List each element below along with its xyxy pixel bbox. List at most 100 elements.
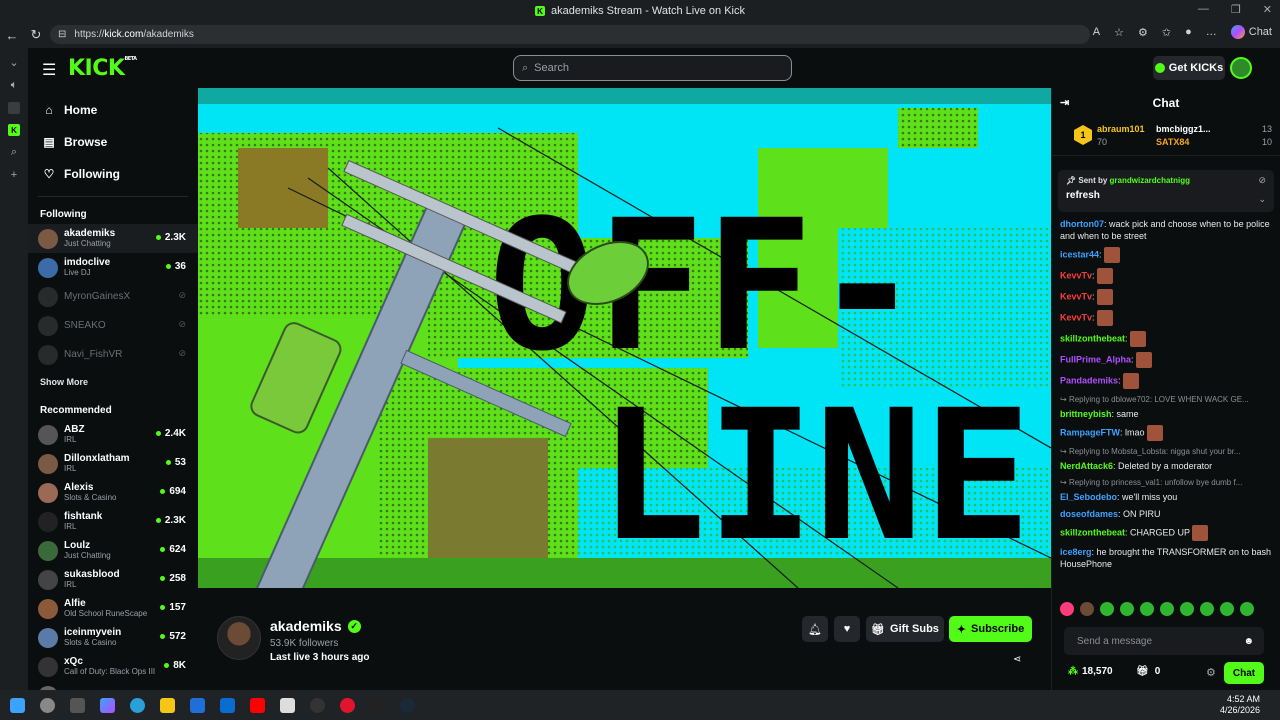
recommended-channel[interactable]: Alfie Old School RuneScape 157 xyxy=(28,594,198,623)
file-explorer-icon[interactable] xyxy=(160,697,175,713)
menu-icon[interactable]: ☰ xyxy=(42,60,56,80)
following-channel[interactable]: Navi_FishVR ⊘ xyxy=(28,340,198,369)
chat-message[interactable]: skillzonthebeat: xyxy=(1060,331,1272,347)
emote-icon[interactable] xyxy=(1060,602,1074,616)
steam-icon[interactable] xyxy=(400,697,415,713)
chat-username[interactable]: KevvTv xyxy=(1060,270,1092,280)
outlook-icon[interactable] xyxy=(220,697,235,713)
recommended-channel[interactable]: iceinmyvein Slots & Casino 572 xyxy=(28,623,198,652)
maximize-icon[interactable]: ❐ xyxy=(1231,3,1241,16)
back-icon[interactable]: ← xyxy=(0,23,24,47)
youtube-icon[interactable] xyxy=(250,697,265,713)
emote-icon[interactable] xyxy=(1200,602,1214,616)
channel-points[interactable]: ⁂ 18,570 xyxy=(1068,666,1113,677)
more-options-icon[interactable]: … xyxy=(1206,26,1217,38)
channel-avatar[interactable] xyxy=(217,616,261,660)
search-input[interactable]: ⌕ Search xyxy=(513,55,792,81)
recommended-channel[interactable]: sukasblood IRL 258 xyxy=(28,565,198,594)
chat-username[interactable]: skillzonthebeat xyxy=(1060,527,1125,537)
notification-bell-button[interactable]: 🔔︎ xyxy=(802,616,828,642)
app-icon[interactable] xyxy=(280,697,295,713)
chat-username[interactable]: NerdAttack6 xyxy=(1060,461,1113,471)
leader-name[interactable]: bmcbiggz1... xyxy=(1156,124,1211,134)
chat-message[interactable]: FullPrime_Alpha: xyxy=(1060,352,1272,368)
address-bar[interactable]: ⊟ https://kick.com/akademiks xyxy=(50,25,1090,44)
recommended-channel[interactable]: Loulz Just Chatting 624 xyxy=(28,536,198,565)
chat-username[interactable]: ice8erg xyxy=(1060,547,1092,557)
emoji-icon[interactable]: ☻ xyxy=(1243,636,1254,647)
chat-username[interactable]: KevvTv xyxy=(1060,312,1092,322)
terminal-icon[interactable] xyxy=(370,697,385,713)
channel-name[interactable]: akademiks ✓ xyxy=(270,618,361,634)
chat-username[interactable]: RampageFTW xyxy=(1060,427,1120,437)
chat-message[interactable]: icestar44: xyxy=(1060,247,1272,263)
search-icon[interactable] xyxy=(40,697,55,713)
refresh-icon[interactable]: ↻ xyxy=(24,23,48,47)
chat-username[interactable]: El_Sebodebo xyxy=(1060,492,1117,502)
chat-message[interactable]: RampageFTW: lmao xyxy=(1060,425,1272,441)
extensions-icon[interactable]: ⚙ xyxy=(1138,26,1148,39)
chat-message[interactable]: Pandademiks: xyxy=(1060,373,1272,389)
minimize-icon[interactable]: — xyxy=(1198,3,1209,16)
recommended-channel[interactable]: ABZ IRL 2.4K xyxy=(28,420,198,449)
opera-icon[interactable] xyxy=(340,697,355,713)
chat-message[interactable]: El_Sebodebo: we'll miss you xyxy=(1060,491,1272,503)
chevron-down-icon[interactable]: ⌄ xyxy=(1258,194,1266,205)
new-tab-icon[interactable]: + xyxy=(11,169,17,181)
chat-username[interactable]: brittneybish xyxy=(1060,409,1112,419)
chat-username[interactable]: skillzonthebeat xyxy=(1060,333,1125,343)
leader-name[interactable]: abraum101 xyxy=(1097,124,1145,134)
emote-icon[interactable] xyxy=(1100,602,1114,616)
following-channel[interactable]: imdoclive Live DJ 36 xyxy=(28,253,198,282)
emote-icon[interactable] xyxy=(1240,602,1254,616)
chat-message[interactable]: doseofdames: ON PIRU xyxy=(1060,508,1272,520)
following-channel[interactable]: MyronGainesX ⊘ xyxy=(28,282,198,311)
search-tab-icon[interactable]: ⌕ xyxy=(11,146,17,159)
chat-input[interactable]: Send a message ☻ xyxy=(1064,627,1264,655)
favorite-star-icon[interactable]: ☆ xyxy=(1114,26,1124,39)
site-info-icon[interactable]: ⊟ xyxy=(58,29,66,40)
chat-message[interactable]: dhorton07: wack pick and choose when to … xyxy=(1060,218,1272,242)
chat-settings-icon[interactable]: ⚙ xyxy=(1206,666,1216,679)
unpin-icon[interactable]: ⊘ xyxy=(1258,175,1266,186)
profile-icon[interactable]: ● xyxy=(1185,26,1192,38)
show-more-link[interactable]: Show More xyxy=(28,369,198,399)
chat-message[interactable]: brittneybish: same xyxy=(1060,408,1272,420)
system-clock[interactable]: 4:52 AM 4/26/2026 xyxy=(1220,694,1260,716)
kick-tab-icon[interactable]: K xyxy=(8,124,20,136)
emote-icon[interactable] xyxy=(1180,602,1194,616)
send-chat-button[interactable]: Chat xyxy=(1224,662,1264,684)
chevron-down-icon[interactable]: ⌄ xyxy=(9,56,18,69)
gift-subs-button[interactable]: 🎁︎ Gift Subs xyxy=(866,616,944,642)
copilot-button[interactable]: Chat xyxy=(1230,25,1272,39)
windows-start-icon[interactable] xyxy=(10,697,25,713)
read-aloud-icon[interactable]: A xyxy=(1093,26,1100,38)
follow-heart-button[interactable]: ♥ xyxy=(834,616,860,642)
chat-message[interactable]: ice8erg: he brought the TRANSFORMER on t… xyxy=(1060,546,1272,570)
emote-icon[interactable] xyxy=(1220,602,1234,616)
chat-message[interactable]: skillzonthebeat: CHARGED UP xyxy=(1060,525,1272,541)
recommended-channel[interactable]: fishtank IRL 2.3K xyxy=(28,507,198,536)
emote-icon[interactable] xyxy=(1140,602,1154,616)
recommended-channel[interactable]: Alexis Slots & Casino 694 xyxy=(28,478,198,507)
chat-username[interactable]: icestar44 xyxy=(1060,249,1099,259)
user-avatar[interactable] xyxy=(1230,57,1252,79)
chat-username[interactable]: KevvTv xyxy=(1060,291,1092,301)
recommended-channel[interactable]: Dillonxlatham IRL 53 xyxy=(28,449,198,478)
store-icon[interactable] xyxy=(190,697,205,713)
following-channel[interactable]: SNEAKO ⊘ xyxy=(28,311,198,340)
obs-icon[interactable] xyxy=(310,697,325,713)
following-channel[interactable]: akademiks Just Chatting 2.3K xyxy=(28,224,198,253)
kick-logo[interactable]: KICKBETA xyxy=(68,56,137,81)
chat-username[interactable]: dhorton07 xyxy=(1060,219,1104,229)
chat-username[interactable]: FullPrime_Alpha xyxy=(1060,354,1131,364)
task-view-icon[interactable] xyxy=(70,697,85,713)
nav-browse[interactable]: ▤ Browse xyxy=(28,126,198,158)
collapse-chat-icon[interactable]: ⇥ xyxy=(1060,96,1069,109)
gift-count[interactable]: 🎁︎ 0 xyxy=(1136,666,1160,677)
edge-icon[interactable] xyxy=(130,697,145,713)
subscribe-button[interactable]: ✦ Subscribe xyxy=(949,616,1032,642)
chat-message[interactable]: NerdAttack6: Deleted by a moderator xyxy=(1060,460,1272,472)
audio-icon[interactable]: 🔈︎ xyxy=(11,79,18,92)
emote-icon[interactable] xyxy=(1120,602,1134,616)
